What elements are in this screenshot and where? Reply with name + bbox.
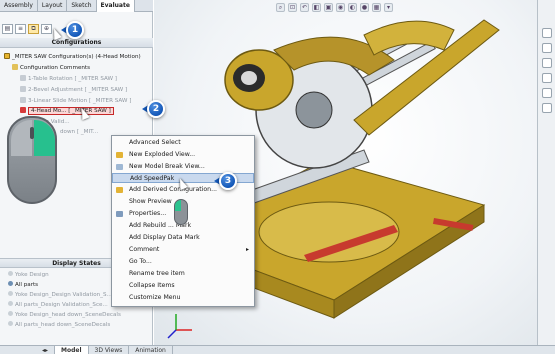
tab-sketch[interactable]: Sketch bbox=[67, 0, 97, 12]
derived-configuration-icon bbox=[116, 187, 123, 193]
file-explorer-icon[interactable] bbox=[542, 58, 552, 68]
feature-manager-icon[interactable]: ▤ bbox=[2, 24, 13, 34]
config-icon bbox=[20, 86, 26, 92]
menu-item-new-model-break-view[interactable]: New Model Break View... bbox=[112, 162, 254, 172]
folder-icon bbox=[12, 64, 18, 70]
tab-animation[interactable]: Animation bbox=[129, 346, 173, 354]
menu-item-customize-menu[interactable]: Customize Menu bbox=[112, 293, 254, 303]
tab-assembly[interactable]: Assembly bbox=[0, 0, 38, 12]
display-state-item-active[interactable]: All parts bbox=[8, 281, 38, 290]
config-root[interactable]: _MITER SAW Configuration(s) (4-Head Moti… bbox=[4, 53, 141, 62]
property-manager-icon[interactable]: ≡ bbox=[15, 24, 26, 34]
callout-3: 3 bbox=[219, 172, 237, 190]
menu-item-go-to[interactable]: Go To... bbox=[112, 257, 254, 267]
active-check-icon bbox=[20, 107, 26, 113]
custom-properties-icon[interactable] bbox=[542, 88, 552, 98]
menu-item-comment[interactable]: Comment ▸ bbox=[112, 245, 254, 255]
config-item-4-active[interactable]: 4-Head Mo... [ _MITER SAW ] bbox=[20, 107, 114, 116]
resources-icon[interactable] bbox=[542, 28, 552, 38]
config-partial-row[interactable]: down [ _MIT... bbox=[60, 128, 98, 137]
callout-1: 1 bbox=[66, 21, 84, 39]
menu-item-collapse-items[interactable]: Collapse Items bbox=[112, 281, 254, 291]
menu-item-advanced-select[interactable]: Advanced Select bbox=[112, 138, 254, 148]
bottom-tab-bar: ◂▸ Model 3D Views Animation bbox=[0, 345, 555, 354]
display-state-item[interactable]: Yoke Design_head down_SceneDecals bbox=[8, 311, 121, 320]
display-state-item[interactable]: Yoke Design bbox=[8, 271, 49, 280]
display-state-icon bbox=[8, 291, 13, 296]
display-state-item[interactable]: All parts_Design Validation_Sce... bbox=[8, 301, 108, 310]
right-mouse-button-icon bbox=[7, 116, 57, 204]
display-state-icon bbox=[8, 301, 13, 306]
view-palette-icon[interactable] bbox=[542, 103, 552, 113]
display-state-item[interactable]: All parts_head down_SceneDecals bbox=[8, 321, 110, 330]
configurations-title: Configurations bbox=[0, 38, 153, 48]
display-state-item[interactable]: Yoke Design_Design Validation_S... bbox=[8, 291, 112, 300]
tab-evaluate[interactable]: Evaluate bbox=[96, 0, 135, 12]
config-item-1[interactable]: 1-Table Rotation [ _MITER SAW ] bbox=[20, 75, 117, 84]
appearances-icon[interactable] bbox=[542, 73, 552, 83]
design-library-icon[interactable] bbox=[542, 43, 552, 53]
left-mouse-button-icon bbox=[174, 199, 188, 225]
menu-item-add-display-data-mark[interactable]: Add Display Data Mark bbox=[112, 233, 254, 243]
command-tabs: Assembly Layout Sketch Evaluate bbox=[0, 0, 153, 12]
menu-item-rename-tree-item[interactable]: Rename tree item bbox=[112, 269, 254, 279]
display-state-icon bbox=[8, 271, 13, 276]
callout-2: 2 bbox=[147, 100, 165, 118]
tab-model[interactable]: Model bbox=[55, 346, 89, 354]
submenu-arrow-icon: ▸ bbox=[245, 246, 249, 253]
config-icon bbox=[20, 97, 26, 103]
display-state-icon bbox=[8, 311, 13, 316]
config-icon bbox=[20, 75, 26, 81]
tab-layout[interactable]: Layout bbox=[38, 0, 68, 12]
configuration-manager-icon[interactable]: ⧉ bbox=[28, 24, 39, 34]
properties-icon bbox=[116, 211, 123, 217]
config-item-2[interactable]: 2-Bevel Adjustment [ _MITER SAW ] bbox=[20, 86, 127, 95]
exploded-view-icon bbox=[116, 152, 123, 158]
config-item-3[interactable]: 3-Linear Slide Motion [ _MITER SAW ] bbox=[20, 97, 131, 106]
assembly-icon bbox=[4, 53, 10, 59]
display-state-icon bbox=[8, 281, 13, 286]
config-comments[interactable]: Configuration Comments bbox=[12, 64, 90, 73]
task-pane-tabs bbox=[537, 0, 555, 345]
tab-model-nav-left[interactable]: ◂▸ bbox=[36, 346, 56, 354]
break-view-icon bbox=[116, 164, 123, 170]
menu-item-new-exploded-view[interactable]: New Exploded View... bbox=[112, 150, 254, 160]
tab-3d-views[interactable]: 3D Views bbox=[89, 346, 130, 354]
display-state-icon bbox=[8, 321, 13, 326]
